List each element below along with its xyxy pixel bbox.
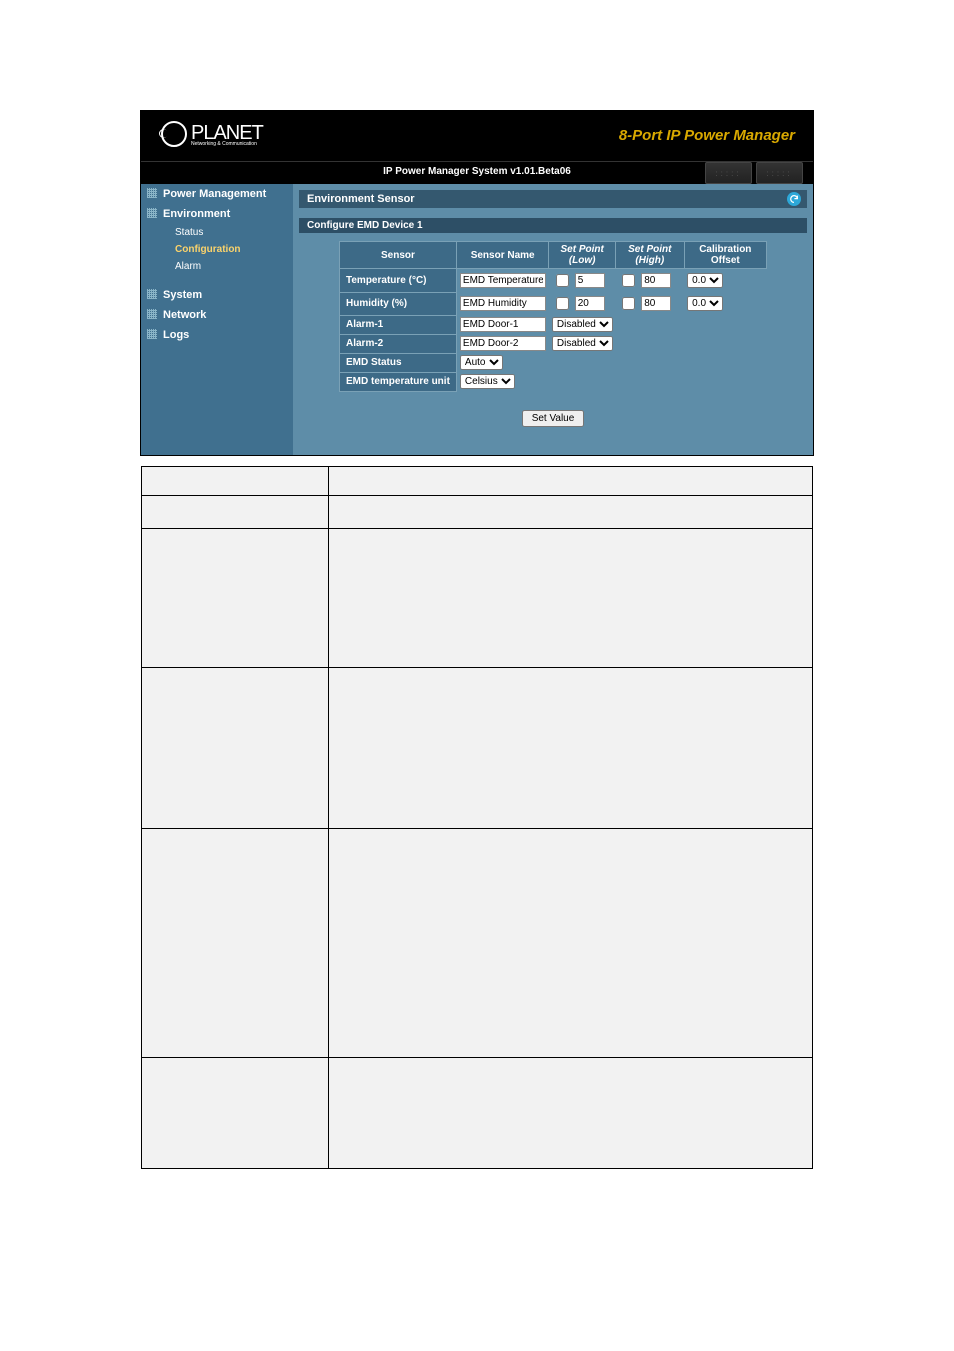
- config-table: Sensor Sensor Name Set Point (Low) Set P…: [339, 241, 767, 392]
- row-hum-label: Humidity (%): [340, 292, 457, 315]
- temp-calib-select[interactable]: 0.0: [687, 273, 723, 288]
- hum-low-checkbox[interactable]: [556, 297, 569, 310]
- product-title: 8-Port IP Power Manager: [619, 127, 795, 144]
- temp-high-checkbox[interactable]: [622, 274, 635, 287]
- hum-calib-select[interactable]: 0.0: [687, 296, 723, 311]
- temp-low-checkbox[interactable]: [556, 274, 569, 287]
- th-sp-high: Set Point (High): [615, 242, 684, 269]
- hum-name-input[interactable]: [460, 296, 546, 311]
- nav-env-alarm[interactable]: Alarm: [141, 258, 293, 275]
- status-row: IP Power Manager System v1.01.Beta06 :::…: [141, 161, 813, 184]
- temp-low-input[interactable]: [575, 273, 605, 288]
- section-title: Environment Sensor: [299, 190, 807, 208]
- nav-env-status[interactable]: Status: [141, 224, 293, 241]
- alarm2-name-input[interactable]: [460, 336, 546, 351]
- th-sensor: Sensor: [340, 242, 457, 269]
- temp-high-input[interactable]: [641, 273, 671, 288]
- emd-unit-select[interactable]: Celsius: [460, 374, 515, 389]
- alarm2-select[interactable]: Disabled: [552, 336, 613, 351]
- nav-network[interactable]: Network: [141, 305, 293, 325]
- main-area: Environment Sensor Configure EMD Device …: [293, 184, 813, 455]
- system-version: IP Power Manager System v1.01.Beta06: [383, 166, 571, 177]
- temp-name-input[interactable]: [460, 273, 546, 288]
- th-sp-low: Set Point (Low): [549, 242, 616, 269]
- logo-icon: [161, 121, 187, 147]
- set-value-button[interactable]: Set Value: [522, 410, 585, 427]
- sidebar: Power Management Environment Status Conf…: [141, 184, 293, 455]
- th-sensor-name: Sensor Name: [456, 242, 549, 269]
- emd-status-select[interactable]: Auto: [460, 355, 503, 370]
- nav-power-management[interactable]: Power Management: [141, 184, 293, 204]
- app-frame: PLANET Networking & Communication 8-Port…: [140, 110, 814, 456]
- row-temp-label: Temperature (°C): [340, 269, 457, 293]
- sub-title: Configure EMD Device 1: [299, 218, 807, 233]
- refresh-icon[interactable]: [787, 192, 801, 206]
- nav-system[interactable]: System: [141, 285, 293, 305]
- status-slot-2: :::::: [756, 162, 803, 184]
- row-alarm1-label: Alarm-1: [340, 315, 457, 334]
- row-emd-unit-label: EMD temperature unit: [340, 372, 457, 391]
- status-slot-1: :::::: [705, 162, 752, 184]
- hum-low-input[interactable]: [575, 296, 605, 311]
- hum-high-input[interactable]: [641, 296, 671, 311]
- brand-logo: PLANET Networking & Communication: [161, 121, 263, 147]
- nav-logs[interactable]: Logs: [141, 325, 293, 345]
- hum-high-checkbox[interactable]: [622, 297, 635, 310]
- th-calib: Calibration Offset: [684, 242, 766, 269]
- row-emd-status-label: EMD Status: [340, 353, 457, 372]
- nav-env-configuration[interactable]: Configuration: [141, 241, 293, 258]
- nav-environment[interactable]: Environment: [141, 204, 293, 224]
- logo-subtext: Networking & Communication: [191, 141, 263, 147]
- alarm1-select[interactable]: Disabled: [552, 317, 613, 332]
- alarm1-name-input[interactable]: [460, 317, 546, 332]
- section-title-text: Environment Sensor: [307, 193, 415, 205]
- row-alarm2-label: Alarm-2: [340, 334, 457, 353]
- top-bar: PLANET Networking & Communication 8-Port…: [141, 111, 813, 161]
- description-panel: [141, 466, 813, 1169]
